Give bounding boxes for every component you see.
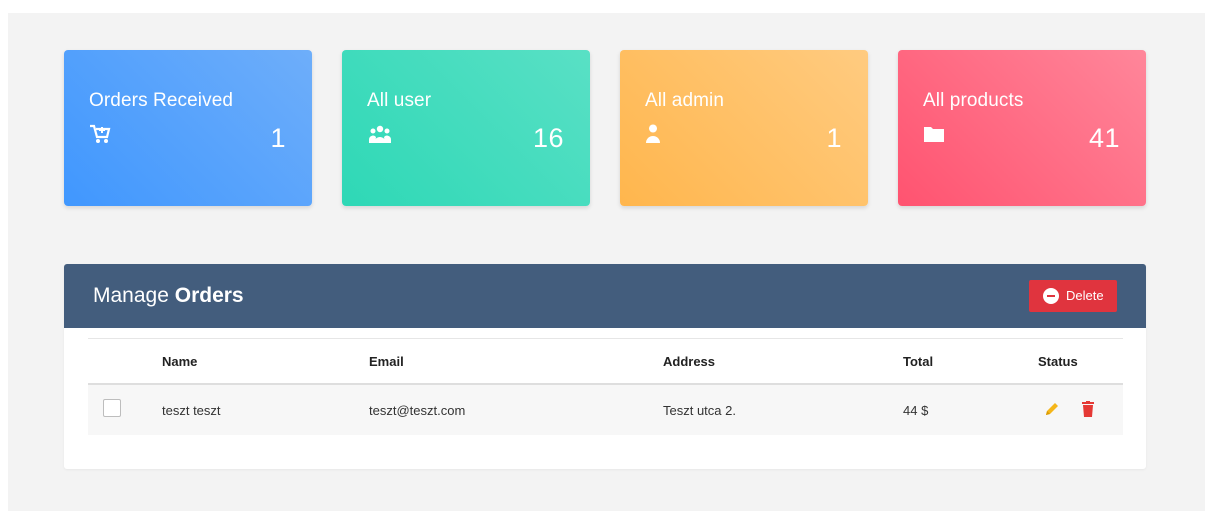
stats-cards: Orders Received 1 All user 16 All admin … [64,50,1146,206]
stat-card-admins: All admin 1 [620,50,868,206]
page-background: Orders Received 1 All user 16 All admin … [8,13,1205,511]
cart-icon [90,124,111,143]
table-row: teszt teszt teszt@teszt.com Teszt utca 2… [88,385,1123,435]
delete-button[interactable]: Delete [1029,280,1117,312]
delete-button-label: Delete [1066,288,1104,303]
card-value: 1 [270,123,286,153]
card-title: Orders Received [89,90,234,111]
card-title: All admin [645,90,725,111]
panel-title-bold: Orders [174,284,244,307]
folder-icon [924,127,944,142]
table-header: Name Email Address Total Status [88,338,1123,385]
column-header-total: Total [903,353,934,369]
user-icon [646,124,660,143]
stat-card-orders: Orders Received 1 [64,50,312,206]
cell-name: teszt teszt [162,402,221,418]
stat-card-products: All products 41 [898,50,1146,206]
pencil-icon[interactable] [1044,401,1060,417]
column-header-address: Address [663,353,716,369]
users-icon [368,125,392,143]
card-value: 16 [532,123,564,153]
cell-total: 44 $ [903,402,929,418]
orders-table: Name Email Address Total Status teszt te… [88,338,1123,435]
column-header-email: Email [369,353,404,369]
card-value: 41 [1088,123,1120,153]
card-title: All products [923,90,1024,111]
column-header-name: Name [162,353,198,369]
minus-circle-icon [1043,288,1059,304]
card-value: 1 [826,123,842,153]
manage-orders-panel: Manage Orders Delete Name Email Address … [64,264,1146,469]
cell-email: teszt@teszt.com [369,402,466,418]
panel-title: Manage Orders [93,284,244,308]
trash-icon[interactable] [1080,401,1096,417]
row-checkbox[interactable] [103,399,121,417]
column-header-status: Status [1038,353,1078,369]
stat-card-users: All user 16 [342,50,590,206]
cell-address: Teszt utca 2. [663,402,736,418]
card-title: All user [367,90,432,111]
panel-header: Manage Orders Delete [64,264,1146,328]
panel-title-light: Manage [93,284,169,307]
